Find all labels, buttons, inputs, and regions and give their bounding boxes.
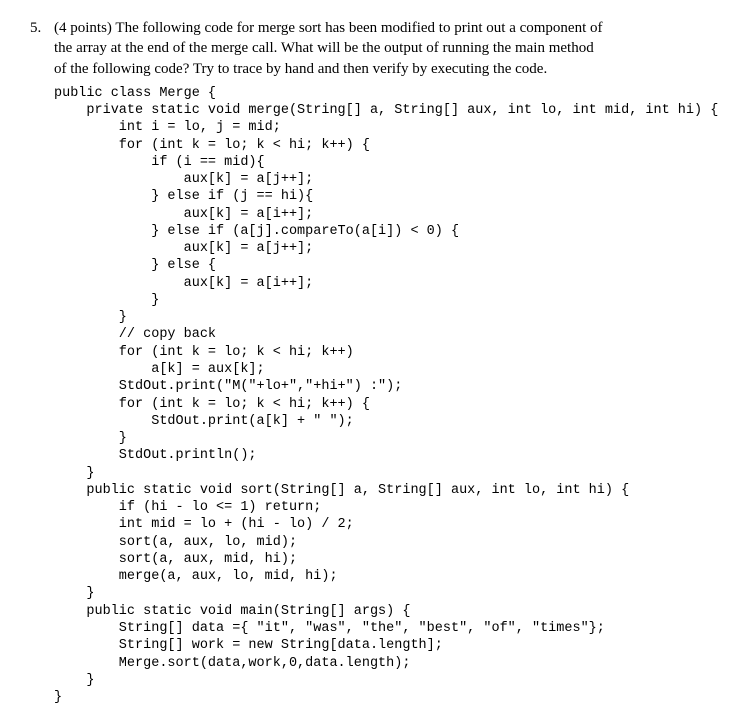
code-line: Merge.sort(data,work,0,data.length); <box>54 656 410 671</box>
code-line: } else { <box>54 258 216 273</box>
problem-number: 5. <box>30 18 54 38</box>
code-line: merge(a, aux, lo, mid, hi); <box>54 569 338 584</box>
problem-prompt: (4 points) The following code for merge … <box>54 18 718 79</box>
code-line: for (int k = lo; k < hi; k++) <box>54 345 354 360</box>
code-line: if (i == mid){ <box>54 155 265 170</box>
code-line: int mid = lo + (hi - lo) / 2; <box>54 517 354 532</box>
code-line: } <box>54 586 95 601</box>
code-line: public static void sort(String[] a, Stri… <box>54 483 629 498</box>
code-line: // copy back <box>54 327 216 342</box>
code-line: aux[k] = a[i++]; <box>54 276 313 291</box>
prompt-line-3: of the following code? Try to trace by h… <box>54 61 547 77</box>
code-line: } <box>54 673 95 688</box>
code-line: int i = lo, j = mid; <box>54 120 281 135</box>
code-line: aux[k] = a[j++]; <box>54 241 313 256</box>
code-line: if (hi - lo <= 1) return; <box>54 500 321 515</box>
code-line: sort(a, aux, mid, hi); <box>54 552 297 567</box>
prompt-line-2: the array at the end of the merge call. … <box>54 40 594 56</box>
code-line: public class Merge { <box>54 86 216 101</box>
code-line: StdOut.println(); <box>54 448 257 463</box>
code-line: } <box>54 310 127 325</box>
code-line: for (int k = lo; k < hi; k++) { <box>54 138 370 153</box>
code-line: String[] work = new String[data.length]; <box>54 638 443 653</box>
code-line: } else if (j == hi){ <box>54 189 313 204</box>
code-line: aux[k] = a[i++]; <box>54 207 313 222</box>
code-line: } <box>54 690 62 705</box>
code-line: public static void main(String[] args) { <box>54 604 410 619</box>
problem-block: 5. (4 points) The following code for mer… <box>30 18 711 706</box>
code-line: aux[k] = a[j++]; <box>54 172 313 187</box>
code-line: } <box>54 293 159 308</box>
code-line: } <box>54 466 95 481</box>
code-line: } else if (a[j].compareTo(a[i]) < 0) { <box>54 224 459 239</box>
code-line: for (int k = lo; k < hi; k++) { <box>54 397 370 412</box>
code-line: } <box>54 431 127 446</box>
code-line: String[] data ={ "it", "was", "the", "be… <box>54 621 605 636</box>
code-block: public class Merge { private static void… <box>54 85 718 707</box>
code-line: private static void merge(String[] a, St… <box>54 103 718 118</box>
code-line: StdOut.print("M("+lo+","+hi+") :"); <box>54 379 402 394</box>
prompt-line-1: The following code for merge sort has be… <box>115 20 602 36</box>
code-line: sort(a, aux, lo, mid); <box>54 535 297 550</box>
problem-body: (4 points) The following code for merge … <box>54 18 718 706</box>
code-line: StdOut.print(a[k] + " "); <box>54 414 354 429</box>
code-line: a[k] = aux[k]; <box>54 362 265 377</box>
points-label: (4 points) <box>54 20 112 36</box>
